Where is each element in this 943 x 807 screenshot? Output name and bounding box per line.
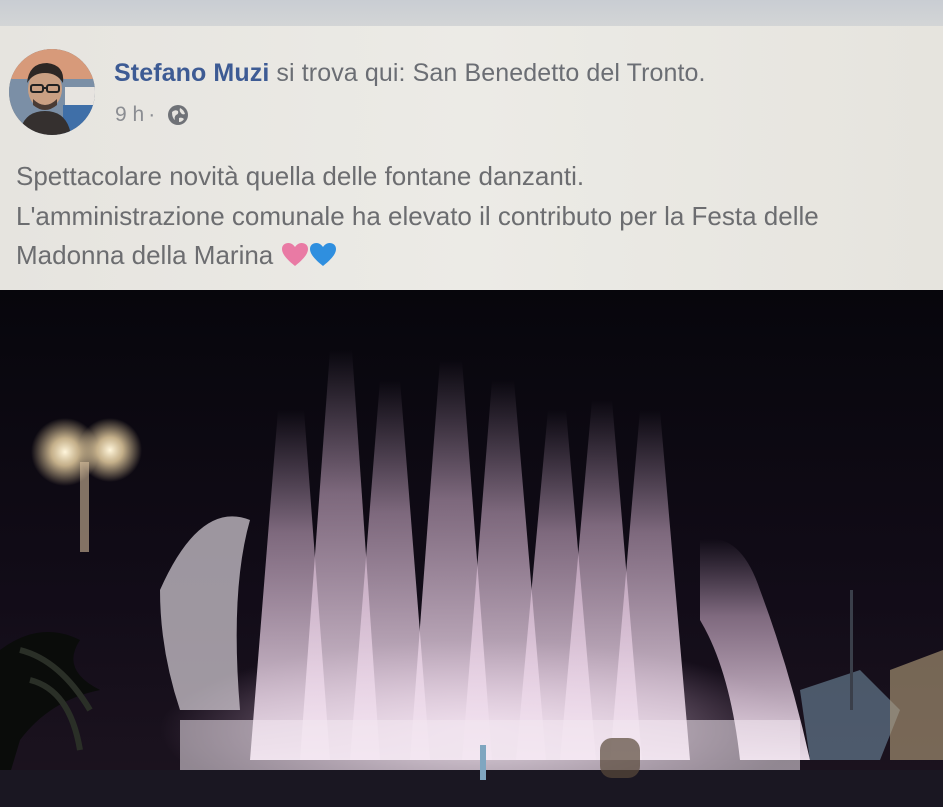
post-timestamp[interactable]: 9 h (115, 103, 144, 127)
post-text-line-3-row: Madonna della Marina (16, 236, 936, 276)
location-link[interactable]: San Benedetto del Tronto. (413, 59, 706, 87)
post-photo[interactable] (0, 290, 943, 807)
globe-icon[interactable] (167, 104, 189, 126)
author-name-link[interactable]: Stefano Muzi (114, 59, 269, 87)
author-line: Stefano Muzi si trova qui: San Benedetto… (114, 59, 706, 88)
location-prefix: si trova qui: (276, 59, 406, 87)
fountain-photo (0, 290, 943, 807)
avatar-image (9, 49, 95, 135)
pink-heart-icon (281, 240, 309, 266)
blue-heart-icon (309, 240, 337, 266)
post-text-line-1: Spettacolare novità quella delle fontane… (16, 161, 585, 191)
avatar[interactable] (9, 49, 95, 135)
post-meta: 9 h · (115, 103, 189, 127)
top-strip (0, 0, 943, 26)
post-text-line-2: L'amministrazione comunale ha elevato il… (16, 200, 819, 231)
screen: Stefano Muzi si trova qui: San Benedetto… (0, 0, 943, 807)
post-text-line-3: Madonna della Marina (16, 240, 274, 270)
post-body: Spettacolare novità quella delle fontane… (16, 157, 936, 276)
meta-separator: · (148, 103, 156, 126)
